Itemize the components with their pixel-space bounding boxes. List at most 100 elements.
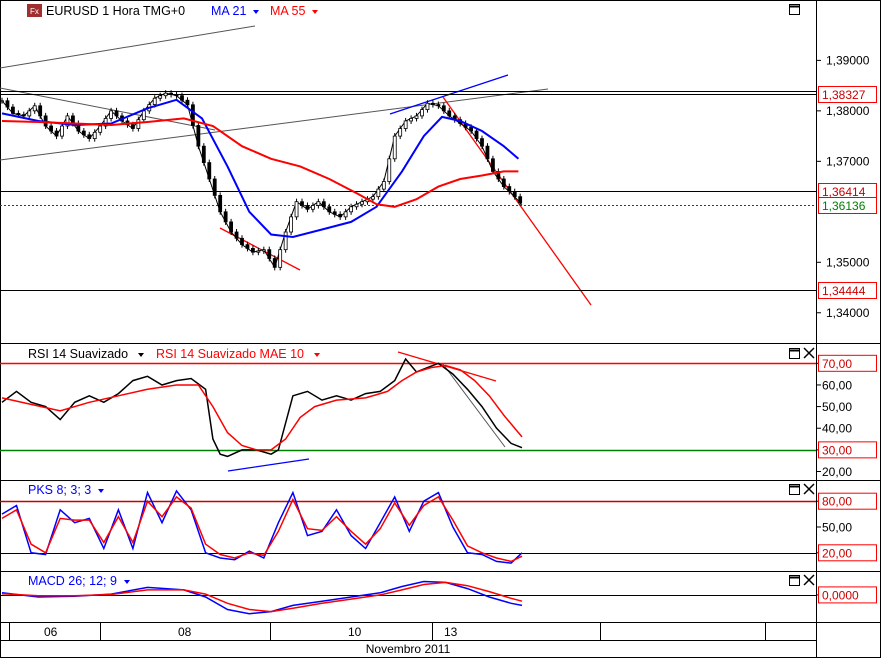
candle-body xyxy=(441,105,446,112)
candle-body xyxy=(158,95,163,99)
time-axis-month: Novembro 2011 xyxy=(366,642,451,656)
candle-body xyxy=(376,188,381,198)
candle-body xyxy=(81,130,86,136)
candle-body xyxy=(283,231,288,251)
candle-body xyxy=(11,106,15,114)
candle-body xyxy=(349,206,353,213)
candle-body xyxy=(16,112,21,116)
candle-body xyxy=(185,99,190,106)
rsi-axis-label: 30,00 xyxy=(822,443,852,457)
candle-body xyxy=(474,130,479,140)
price-axis-label: 1,37000 xyxy=(826,154,870,168)
candle-body xyxy=(431,102,435,105)
candle-body xyxy=(5,100,10,108)
candle-body xyxy=(387,158,392,182)
price-level-value: 1,36414 xyxy=(822,185,866,199)
candle-body xyxy=(152,97,157,105)
candle-body xyxy=(491,158,495,172)
candle-body xyxy=(223,211,228,223)
candle-body xyxy=(381,181,386,190)
candle-body xyxy=(234,231,239,239)
legend-ma21[interactable]: MA 21 xyxy=(211,4,246,18)
candle-body xyxy=(54,130,59,137)
legend-pks[interactable]: PKS 8; 3; 3 xyxy=(28,483,91,497)
legend-macd[interactable]: MACD 26; 12; 9 xyxy=(28,574,117,588)
legend-rsi[interactable]: RSI 14 Suavizado xyxy=(28,347,128,361)
candle-body xyxy=(98,125,103,133)
chart-frame xyxy=(0,0,881,658)
price-level-box: 1,36136 xyxy=(818,197,877,214)
candle-body xyxy=(251,248,255,253)
candle-body xyxy=(311,205,315,210)
candle-body xyxy=(169,92,173,95)
candle-body xyxy=(32,105,37,112)
candle-body xyxy=(447,110,452,117)
price-level-value: 1,38327 xyxy=(822,88,866,102)
rsi-axis-label: 50,00 xyxy=(822,400,852,414)
pks-axis-label: 50,00 xyxy=(822,521,852,535)
candle-body xyxy=(272,258,277,268)
candle-body xyxy=(392,135,397,160)
chart-title[interactable]: EURUSD 1 Hora TMG+0 xyxy=(46,4,185,18)
candle-body xyxy=(229,221,233,233)
candle-body xyxy=(436,104,441,107)
candle-body xyxy=(92,131,97,140)
rsi-axis-label: 40,00 xyxy=(822,422,852,436)
time-label-10: 10 xyxy=(348,625,362,639)
candle-body xyxy=(0,100,4,103)
rsi-axis-label: 20,00 xyxy=(822,465,852,479)
candle-body xyxy=(501,178,506,187)
candle-body xyxy=(218,195,223,213)
candle-body xyxy=(196,125,201,147)
chart-canvas: Fx EURUSD 1 Hora TMG+0 MA 21 MA 55 1,390… xyxy=(0,0,881,658)
candle-body xyxy=(245,244,250,249)
candle-body xyxy=(321,201,326,208)
candle-body xyxy=(332,211,337,215)
candle-body xyxy=(21,114,26,117)
candle-body xyxy=(131,124,135,129)
candle-body xyxy=(256,250,261,253)
candle-body xyxy=(109,110,113,119)
price-axis-label: 1,34000 xyxy=(826,306,870,320)
candle-body xyxy=(518,196,523,204)
symbol-badge-text: Fx xyxy=(30,7,39,16)
candle-body xyxy=(201,145,206,163)
candle-body xyxy=(180,95,184,101)
candle-body xyxy=(71,115,75,124)
rsi-axis-label: 70,00 xyxy=(822,357,852,371)
candle-body xyxy=(360,201,364,205)
candle-body xyxy=(207,162,212,180)
candle-body xyxy=(469,126,473,132)
price-level-box: 1,38327 xyxy=(818,86,877,103)
candle-body xyxy=(343,211,348,218)
legend-ma55[interactable]: MA 55 xyxy=(270,4,305,18)
time-label-08: 08 xyxy=(178,625,192,639)
candle-body xyxy=(60,125,64,137)
candle-body xyxy=(512,191,517,198)
price-axis-label: 1,39000 xyxy=(826,53,870,67)
price-level-box: 1,34444 xyxy=(818,282,877,299)
legend-rsi-mae[interactable]: RSI 14 Suavizado MAE 10 xyxy=(156,347,304,361)
candle-body xyxy=(294,201,299,218)
candle-body xyxy=(212,178,217,196)
candle-body xyxy=(261,249,266,252)
candle-body xyxy=(289,216,293,233)
rsi-axis-label: 60,00 xyxy=(822,378,852,392)
candle-body xyxy=(420,109,424,117)
candle-body xyxy=(240,237,244,246)
candle-body xyxy=(371,196,375,200)
candle-body xyxy=(485,145,490,160)
candle-body xyxy=(409,118,413,122)
candle-body xyxy=(191,104,195,126)
candle-body xyxy=(174,94,179,97)
candle-body xyxy=(403,120,408,129)
candle-body xyxy=(163,92,168,97)
pks-axis-label: 80,00 xyxy=(822,495,852,509)
candle-body xyxy=(398,128,403,137)
candle-body xyxy=(305,205,310,210)
time-label-06: 06 xyxy=(44,625,58,639)
candle-body xyxy=(136,119,141,129)
candle-body xyxy=(49,125,53,132)
candle-body xyxy=(507,186,512,193)
price-level-value: 1,34444 xyxy=(822,284,866,298)
